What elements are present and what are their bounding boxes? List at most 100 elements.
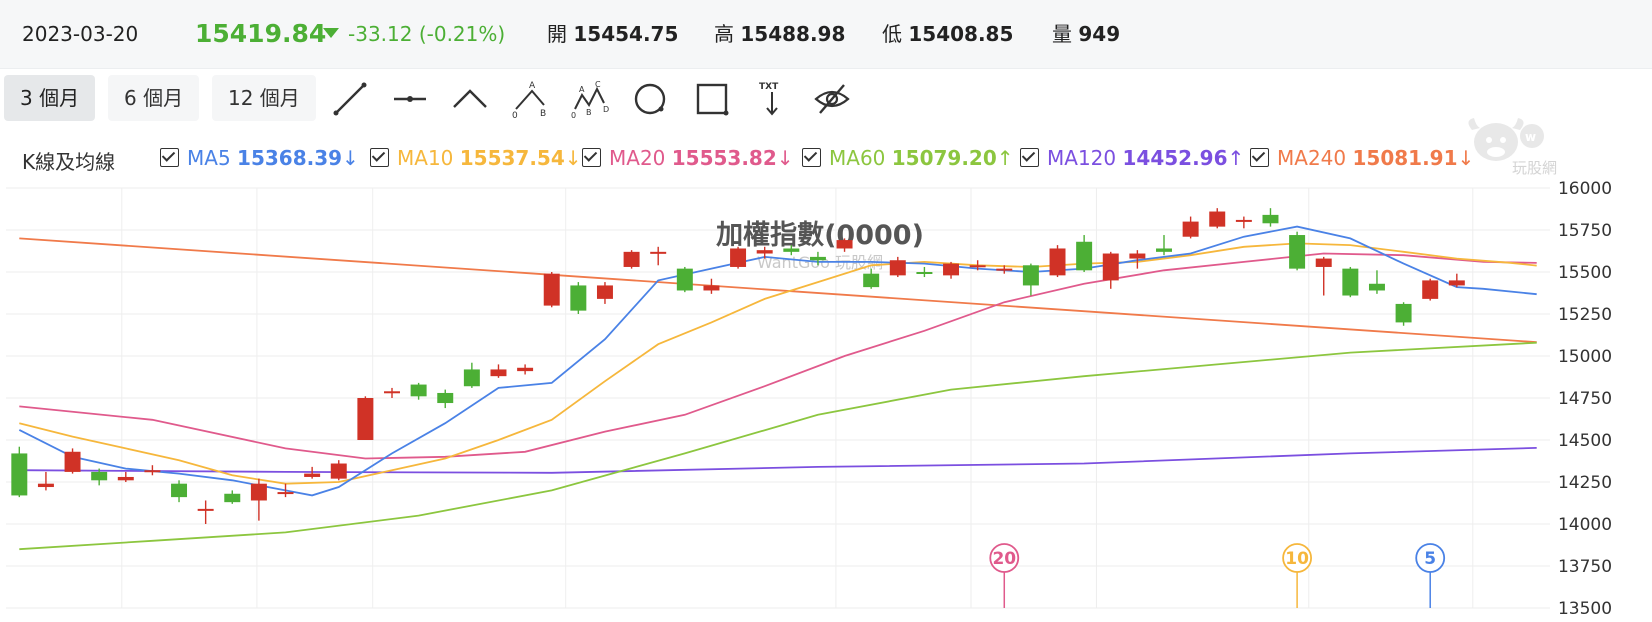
y-tick-label: 14250 xyxy=(1558,473,1612,493)
ma-value: 14452.96 xyxy=(1122,146,1228,170)
candle-body xyxy=(64,451,81,472)
candle-body xyxy=(117,476,134,481)
candle xyxy=(410,382,427,400)
candle xyxy=(11,446,28,498)
ma-marker: 5 xyxy=(1415,543,1446,608)
candle-body xyxy=(1395,303,1412,323)
checkbox-checked-icon[interactable] xyxy=(802,148,821,167)
hide-eye-icon[interactable] xyxy=(812,79,852,119)
candle-body xyxy=(996,268,1013,271)
candle xyxy=(64,448,81,474)
abcd-label-d: D xyxy=(603,105,609,114)
candle xyxy=(570,282,587,314)
abc-label-0: 0 xyxy=(512,111,518,119)
checkbox-checked-icon[interactable] xyxy=(1250,148,1269,167)
period-12m-button[interactable]: 12 個月 xyxy=(212,75,316,121)
candle-body xyxy=(197,508,214,511)
candle-body xyxy=(1422,280,1439,299)
ma-name: MA20 xyxy=(609,146,666,170)
volume-value: 949 xyxy=(1078,22,1121,46)
candle-body xyxy=(836,240,853,249)
candle-body xyxy=(596,285,613,299)
candle xyxy=(171,480,188,503)
candle xyxy=(1156,235,1172,256)
quote-high: 高 15488.98 xyxy=(714,0,845,68)
candle-body xyxy=(730,248,747,267)
horizontal-line-icon[interactable] xyxy=(390,79,430,119)
candle-body xyxy=(357,398,374,440)
checkbox-checked-icon[interactable] xyxy=(160,148,179,167)
candle xyxy=(1368,270,1385,294)
candle-body xyxy=(809,256,826,261)
candle xyxy=(889,256,906,278)
abc-label-b: B xyxy=(540,109,546,119)
txt-label: TXT xyxy=(759,82,779,92)
candle-body xyxy=(490,369,507,377)
quote-open: 開 15454.75 xyxy=(547,0,678,68)
y-tick-label: 15500 xyxy=(1558,263,1612,283)
ma-item-ma20[interactable]: MA20 15553.82↓ xyxy=(582,146,794,170)
candle-body xyxy=(756,250,773,254)
period-6m-button[interactable]: 6 個月 xyxy=(108,75,200,121)
ma-markers: 20 10 5 xyxy=(989,543,1446,608)
wantgoo-logo: w 玩股網 xyxy=(1462,116,1562,177)
line-tool-icon[interactable] xyxy=(330,79,370,119)
ma-item-ma120[interactable]: MA120 14452.96↑ xyxy=(1020,146,1244,170)
candle-body xyxy=(1289,235,1306,269)
ma-value: 15368.39 xyxy=(237,146,343,170)
candle-body xyxy=(623,251,640,267)
y-tick-label: 13750 xyxy=(1558,557,1612,577)
ma-item-ma5[interactable]: MA5 15368.39↓ xyxy=(160,146,359,170)
ma-marker-label: 10 xyxy=(1285,549,1309,569)
text-tool-icon[interactable]: TXT xyxy=(752,79,792,119)
ma-marker-label: 20 xyxy=(992,549,1016,569)
candle xyxy=(1395,302,1412,326)
y-axis: 16000 15750 15500 15250 15000 14750 14500 14250… xyxy=(1558,180,1612,619)
abc-pattern-icon[interactable]: A B 0 xyxy=(510,79,550,121)
checkbox-checked-icon[interactable] xyxy=(370,148,389,167)
period-3m-button[interactable]: 3 個月 xyxy=(4,75,96,121)
candle-body xyxy=(171,483,188,498)
candle-body xyxy=(277,492,294,495)
candle-body xyxy=(1076,241,1093,271)
candle xyxy=(1289,231,1306,271)
ma-item-ma10[interactable]: MA10 15537.54↓ xyxy=(370,146,582,170)
candlestick-chart[interactable]: 加權指數(0000) WantGoo 玩股網 20 10 5 16000157501… xyxy=(0,180,1652,622)
candles xyxy=(11,208,1465,524)
candle-body xyxy=(437,392,454,404)
candle xyxy=(1262,208,1279,227)
checkbox-checked-icon[interactable] xyxy=(582,148,601,167)
candle-body xyxy=(889,260,906,276)
low-value: 15408.85 xyxy=(908,22,1014,46)
candle-body xyxy=(37,483,54,488)
angle-tool-icon[interactable] xyxy=(450,79,490,119)
y-tick-label: 15250 xyxy=(1558,305,1612,325)
candle xyxy=(676,266,693,293)
abcd-pattern-icon[interactable]: A B C D 0 xyxy=(570,79,610,120)
svg-text:w: w xyxy=(1525,130,1536,144)
candle-body xyxy=(250,483,267,501)
ma-marker: 10 xyxy=(1282,543,1313,608)
bull-logo-icon: w 玩股網 xyxy=(1468,118,1557,177)
ma-item-ma240[interactable]: MA240 15081.91↓ xyxy=(1250,146,1474,170)
quote-change: -33.12 (-0.21%) xyxy=(348,22,506,46)
candle-body xyxy=(570,285,587,311)
candle xyxy=(1342,266,1359,298)
candle-body xyxy=(783,248,800,252)
ma-item-ma60[interactable]: MA60 15079.20↑ xyxy=(802,146,1014,170)
candle xyxy=(943,261,960,279)
candle xyxy=(144,465,161,476)
candle-body xyxy=(650,251,667,254)
candle-body xyxy=(1262,214,1279,224)
candle xyxy=(463,362,480,388)
checkbox-checked-icon[interactable] xyxy=(1020,148,1039,167)
candle xyxy=(1049,245,1066,278)
candle-body xyxy=(91,471,108,481)
circle-tool-icon[interactable] xyxy=(630,79,670,119)
candle xyxy=(596,282,613,304)
candle xyxy=(1076,235,1093,272)
quote-low: 低 15408.85 xyxy=(882,0,1013,68)
candle xyxy=(250,478,267,521)
ma-name: MA240 xyxy=(1277,146,1347,170)
rectangle-tool-icon[interactable] xyxy=(692,79,732,119)
